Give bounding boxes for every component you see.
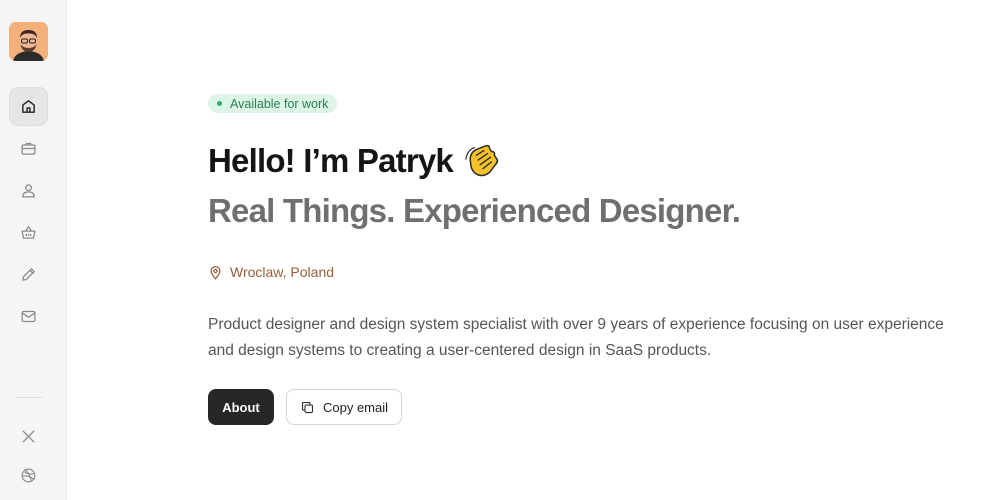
- sidebar: [0, 0, 67, 500]
- nav-about[interactable]: [9, 171, 48, 210]
- location: Wroclaw, Poland: [208, 264, 334, 280]
- nav-contact[interactable]: [9, 297, 48, 336]
- copy-email-button[interactable]: Copy email: [286, 389, 402, 425]
- basket-icon: [21, 226, 36, 239]
- page-title: Hello! I’m Patryk: [208, 142, 501, 180]
- bio-description: Product designer and design system speci…: [208, 316, 944, 359]
- dribbble-icon: [21, 468, 36, 483]
- social-x[interactable]: [9, 417, 48, 456]
- nav-blog[interactable]: [9, 255, 48, 294]
- clapping-hands-icon: [465, 144, 499, 177]
- nav-home[interactable]: [9, 87, 48, 126]
- briefcase-icon: [21, 142, 36, 155]
- avatar[interactable]: [9, 22, 48, 61]
- copy-icon: [301, 401, 314, 413]
- hero-section: Available for work Hello! I’m Patryk Rea…: [208, 0, 968, 500]
- sidebar-divider: [16, 397, 42, 398]
- location-text: Wroclaw, Poland: [230, 264, 335, 280]
- availability-text: Available for work: [230, 96, 329, 111]
- user-icon: [22, 184, 35, 198]
- home-icon: [22, 100, 35, 113]
- social-dribbble[interactable]: [9, 456, 48, 495]
- nav-work[interactable]: [9, 129, 48, 168]
- about-button[interactable]: About: [208, 389, 274, 425]
- availability-badge: Available for work: [208, 94, 338, 113]
- copy-email-label: Copy email: [322, 399, 389, 415]
- greeting-text: Hello! I’m Patryk: [208, 142, 454, 179]
- mail-icon: [21, 310, 36, 323]
- page-subtitle: Real Things. Experienced Designer.: [208, 192, 741, 229]
- status-dot: [217, 101, 222, 106]
- map-pin-icon: [210, 265, 221, 280]
- x-twitter-icon: [22, 430, 35, 443]
- nav-shop[interactable]: [9, 213, 48, 252]
- pencil-icon: [22, 268, 35, 281]
